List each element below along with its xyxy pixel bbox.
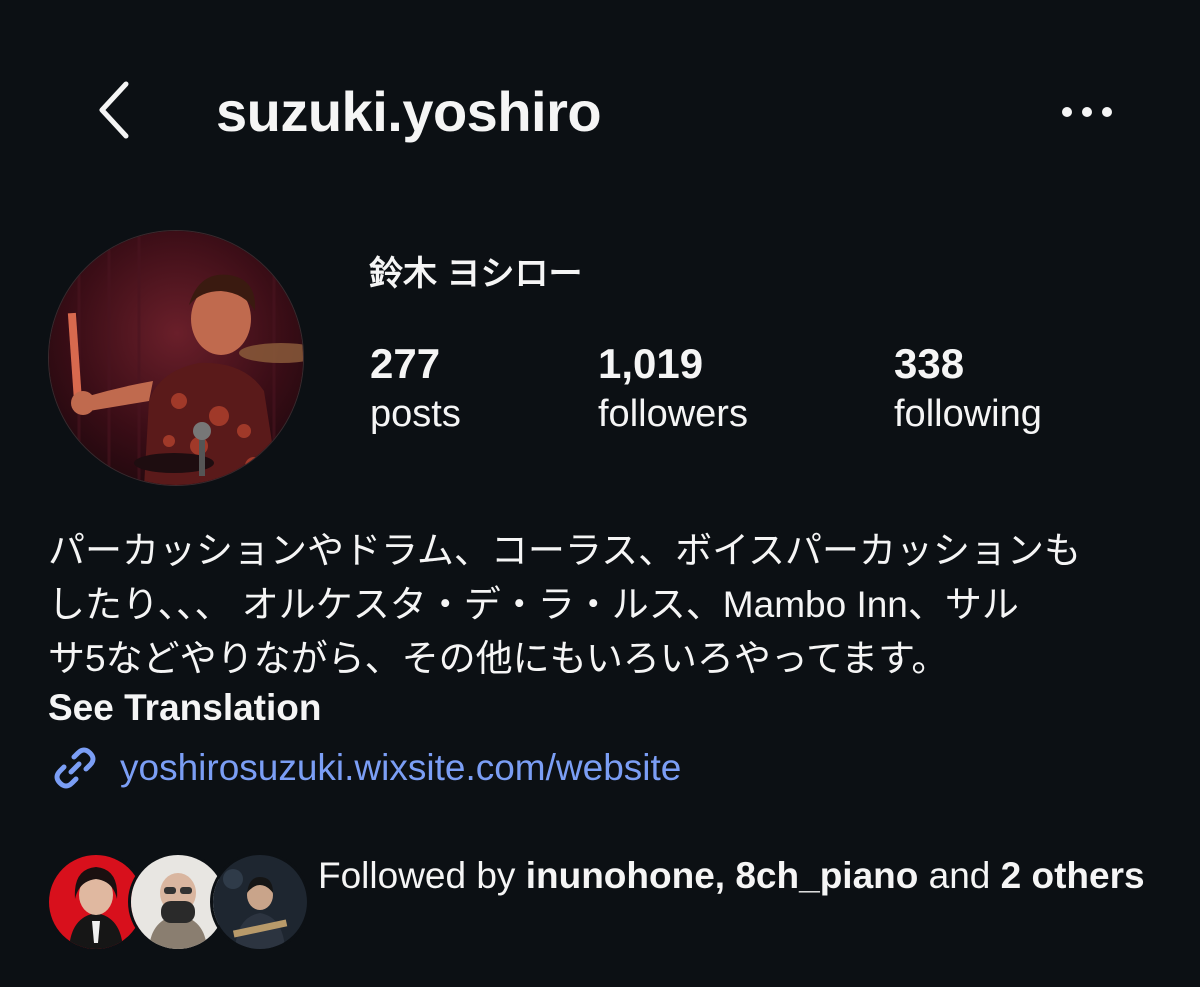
page-title: suzuki.yoshiro: [216, 80, 602, 143]
follower-link-inunohone[interactable]: inunohone: [526, 855, 715, 896]
profile-photo: [49, 231, 303, 485]
followed-by-others[interactable]: 2 others: [1001, 855, 1145, 896]
website-url: yoshirosuzuki.wixsite.com/website: [120, 747, 682, 788]
link-icon: [48, 741, 102, 795]
followed-by-and: and: [918, 855, 1001, 896]
following-count: 338: [894, 340, 965, 387]
following-stat[interactable]: 338 following: [894, 338, 1042, 438]
bio-text: パーカッションやドラム、コーラス、ボイスパーカッションも したり、、、 オルケス…: [48, 530, 1082, 679]
website-link[interactable]: yoshirosuzuki.wixsite.com/website: [48, 740, 681, 796]
avatar[interactable]: [48, 230, 304, 486]
posts-count: 277: [370, 340, 441, 387]
chevron-left-icon: [99, 81, 129, 139]
follower-link-8ch-piano[interactable]: 8ch_piano: [735, 855, 918, 896]
followers-stat[interactable]: 1,019 followers: [598, 338, 748, 438]
more-horizontal-icon: [1062, 107, 1112, 117]
followed-by-prefix: Followed by: [318, 855, 526, 896]
followers-label: followers: [598, 393, 748, 435]
posts-stat[interactable]: 277 posts: [370, 338, 461, 438]
more-options-button[interactable]: [1050, 80, 1124, 144]
avatar-other-follower: [210, 852, 310, 952]
see-translation-link[interactable]: See Translation: [48, 684, 322, 732]
followers-count: 1,019: [598, 340, 704, 387]
profile-header: suzuki.yoshiro: [0, 0, 1200, 230]
mutual-followers-avatars[interactable]: [46, 852, 310, 952]
posts-label: posts: [370, 393, 461, 435]
followed-by-separator: ,: [714, 855, 736, 896]
following-label: following: [894, 393, 1042, 435]
display-name: 鈴木 ヨシロー: [369, 255, 583, 293]
followed-by-text[interactable]: Followed by inunohone, 8ch_piano and 2 o…: [318, 850, 1158, 902]
back-button[interactable]: [82, 70, 146, 150]
